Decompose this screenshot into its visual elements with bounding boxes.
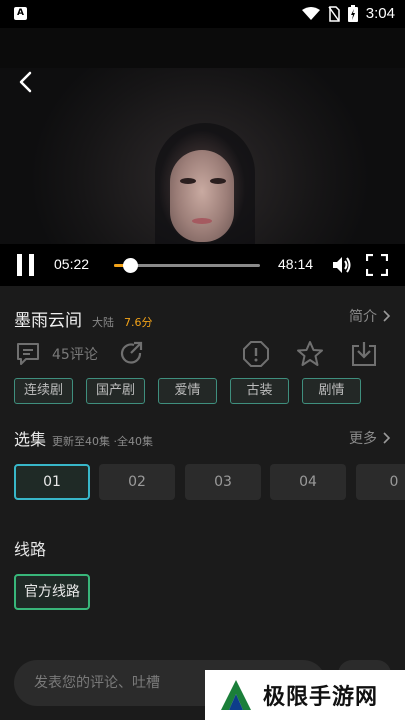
status-icons: 3:04	[301, 5, 395, 22]
action-row: 45评论	[14, 338, 391, 372]
tag-chip[interactable]: 国产剧	[86, 378, 145, 404]
show-rating: 7.6分	[124, 316, 153, 329]
download-icon[interactable]	[350, 340, 378, 368]
chevron-right-icon	[383, 310, 391, 322]
watermark: 极限手游网	[205, 670, 405, 720]
tag-list: 连续剧 国产剧 爱情 古装 剧情	[14, 378, 361, 404]
battery-charging-icon	[347, 5, 358, 22]
star-icon[interactable]	[296, 340, 324, 368]
title-row: 墨雨云间 大陆 7.6分	[14, 306, 153, 331]
status-time: 3:04	[365, 5, 395, 22]
share-icon[interactable]	[118, 340, 146, 368]
wifi-icon	[301, 6, 320, 20]
pause-icon[interactable]	[14, 252, 38, 278]
status-bar: A 3:04	[0, 0, 405, 28]
show-info: 墨雨云间 大陆 7.6分 简介 45评论 连续剧 国产剧 爱情 古装 剧情 选集…	[0, 286, 405, 720]
app-icon: A	[14, 7, 27, 20]
more-label: 更多	[349, 431, 377, 447]
progress-thumb[interactable]	[123, 258, 139, 273]
watermark-logo-icon	[221, 680, 251, 710]
report-icon[interactable]	[242, 340, 270, 368]
route-title: 线路	[14, 540, 47, 559]
episodes-subtitle: 更新至40集 ·全40集	[52, 435, 154, 448]
episodes-title: 选集	[14, 430, 47, 449]
more-episodes-link[interactable]: 更多	[349, 428, 391, 448]
volume-icon[interactable]	[330, 253, 354, 277]
no-sim-icon	[328, 5, 340, 22]
player-controls: 05:22 48:14	[0, 244, 405, 286]
comments-button[interactable]: 45评论	[14, 340, 98, 368]
fullscreen-icon[interactable]	[366, 254, 388, 276]
back-arrow-icon[interactable]	[14, 68, 38, 96]
intro-label: 简介	[349, 309, 377, 325]
route-option[interactable]: 官方线路	[14, 574, 90, 610]
episode-item[interactable]: 03	[185, 464, 261, 500]
tag-chip[interactable]: 爱情	[158, 378, 217, 404]
tag-chip[interactable]: 古装	[230, 378, 289, 404]
comment-icon	[17, 343, 39, 365]
total-time: 48:14	[278, 256, 314, 272]
chevron-right-icon	[383, 432, 391, 444]
episode-item[interactable]: 01	[14, 464, 90, 500]
episode-item[interactable]: 02	[99, 464, 175, 500]
show-region: 大陆	[92, 316, 114, 329]
video-figure-eye	[180, 178, 196, 184]
tag-chip[interactable]: 剧情	[302, 378, 361, 404]
tag-chip[interactable]: 连续剧	[14, 378, 73, 404]
progress-bar[interactable]	[114, 258, 260, 273]
episodes-header: 选集 更新至40集 ·全40集 更多	[14, 426, 391, 450]
video-figure-lips	[192, 218, 212, 224]
video-figure-eye	[210, 178, 226, 184]
show-title: 墨雨云间	[14, 311, 82, 331]
episode-list: 01 02 03 04 0	[14, 464, 405, 500]
intro-link[interactable]: 简介	[349, 306, 391, 326]
video-frame[interactable]	[0, 68, 405, 273]
episode-item[interactable]: 04	[270, 464, 346, 500]
comment-count: 45评论	[52, 347, 98, 363]
video-figure-face	[170, 150, 234, 242]
watermark-text: 极限手游网	[263, 685, 379, 710]
current-time: 05:22	[54, 256, 90, 272]
episode-item[interactable]: 0	[356, 464, 405, 500]
